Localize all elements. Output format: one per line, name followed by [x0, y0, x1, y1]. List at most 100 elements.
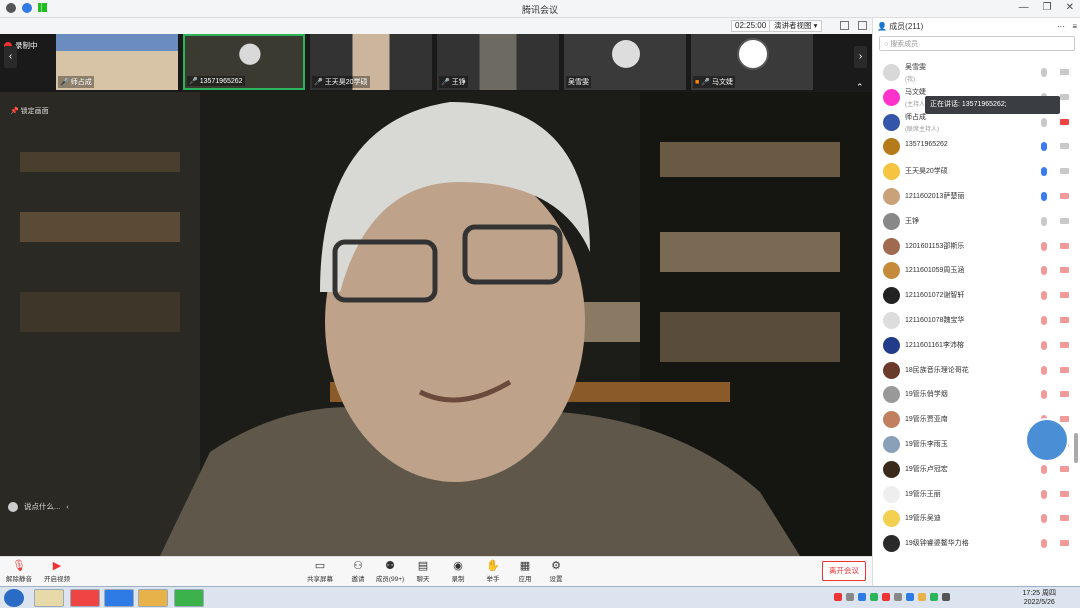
strip-next-button[interactable]: › [854, 46, 867, 68]
camera-icon[interactable] [1060, 69, 1069, 75]
tray-icon[interactable] [834, 593, 842, 601]
camera-icon[interactable] [1060, 366, 1069, 373]
camera-icon[interactable] [1060, 515, 1069, 522]
member-row[interactable]: 1211602013萨楚丽 [873, 184, 1080, 209]
tray-icon[interactable] [918, 593, 926, 601]
record-button[interactable]: ◉ 录制 [449, 560, 467, 583]
volume-icon[interactable] [942, 593, 950, 601]
video-tile[interactable]: 吴雪雯 [564, 34, 686, 90]
restore-icon[interactable]: ❐ [1043, 2, 1052, 13]
leave-meeting-button[interactable]: 离开会议 [822, 561, 866, 581]
member-row[interactable]: 19级钟睿婆鳌华力格 [873, 531, 1080, 556]
mic-icon[interactable] [1041, 216, 1047, 226]
system-clock[interactable]: 17:25 周四 2022/5/26 [1023, 589, 1056, 607]
member-row[interactable]: 19管乐俏学烟 [873, 382, 1080, 407]
wechat-app-icon[interactable] [174, 589, 204, 607]
video-tile-active[interactable]: 🎤 13571965262 [183, 34, 305, 90]
mic-icon[interactable] [1041, 464, 1047, 474]
camera-icon[interactable] [1060, 192, 1069, 199]
mic-icon[interactable] [1041, 489, 1047, 499]
member-list-scrollbar[interactable] [1074, 433, 1078, 463]
camera-icon[interactable] [1060, 540, 1069, 547]
camera-icon[interactable] [1060, 465, 1069, 472]
camera-icon[interactable] [1060, 143, 1069, 150]
camera-icon[interactable] [1060, 118, 1069, 125]
camera-icon[interactable] [1060, 292, 1069, 299]
unmute-button[interactable]: 🎙 解除静音 [4, 560, 34, 583]
settings-button[interactable]: ⚙ 设置 [547, 560, 565, 583]
mic-icon[interactable] [1041, 167, 1047, 177]
mic-icon[interactable] [1041, 241, 1047, 251]
member-row[interactable]: 1211601059周玉涵 [873, 258, 1080, 283]
camera-icon[interactable] [1060, 316, 1069, 323]
member-row[interactable]: 王天昊20学硕 [873, 159, 1080, 184]
view-mode-select[interactable]: 演讲者视图 ▾ [769, 20, 823, 32]
tray-icon[interactable] [894, 593, 902, 601]
member-row[interactable]: 19管乐吴迪 [873, 506, 1080, 531]
mic-icon[interactable] [1041, 315, 1047, 325]
mic-icon[interactable] [1041, 266, 1047, 276]
fullscreen-icon[interactable] [840, 21, 849, 30]
invite-button[interactable]: ⚇ 邀请 [348, 560, 368, 583]
start-button[interactable] [4, 589, 24, 607]
minimize-icon[interactable]: — [1019, 2, 1029, 13]
mic-icon[interactable] [1041, 191, 1047, 201]
mic-icon[interactable] [1041, 539, 1047, 549]
mic-icon[interactable] [1041, 390, 1047, 400]
camera-icon[interactable] [1060, 391, 1069, 398]
member-row[interactable]: 18民族音乐理论哥花 [873, 358, 1080, 383]
member-row[interactable]: 1211601161李沛榕 [873, 333, 1080, 358]
share-screen-button[interactable]: ▭ 共享屏幕 [306, 560, 334, 583]
tencent-meeting-app-icon[interactable] [104, 589, 134, 607]
video-tile[interactable]: ■ 🎤 马文婕 [691, 34, 813, 90]
camera-icon[interactable] [1060, 168, 1069, 175]
tray-icon[interactable] [870, 593, 878, 601]
mic-icon[interactable] [1041, 68, 1047, 77]
member-row[interactable]: 王铮 [873, 209, 1080, 234]
chevron-left-icon[interactable]: ‹ [66, 502, 69, 511]
start-video-button[interactable]: ▶ 开启视频 [44, 560, 70, 583]
member-row[interactable]: 1201601153邵斯乐 [873, 234, 1080, 259]
video-tile[interactable]: 🎤 王铮 [437, 34, 559, 90]
camera-icon[interactable] [1060, 416, 1069, 423]
camera-icon[interactable] [1060, 93, 1069, 100]
video-tile[interactable]: 🎤 王天昊20学硕 [310, 34, 432, 90]
mic-icon[interactable] [1041, 340, 1047, 350]
tray-icon[interactable] [882, 593, 890, 601]
camera-icon[interactable] [1060, 267, 1069, 274]
mic-icon[interactable] [1041, 117, 1047, 127]
wps-app-icon[interactable] [70, 589, 100, 607]
member-row[interactable]: 1211601078魏宝华 [873, 308, 1080, 333]
layout-icon[interactable] [858, 21, 867, 30]
mic-icon[interactable] [1041, 514, 1047, 524]
member-row[interactable]: 吴雪雯 (我) [873, 60, 1080, 85]
strip-prev-button[interactable]: ‹ [4, 46, 17, 68]
tray-icon[interactable] [906, 593, 914, 601]
member-row[interactable]: 1211601072谢智轩 [873, 283, 1080, 308]
folder-app-icon[interactable] [138, 589, 168, 607]
emoji-icon[interactable] [8, 501, 18, 512]
close-icon[interactable]: ✕ [1066, 2, 1074, 13]
chat-button[interactable]: ▤ 聊天 [414, 560, 432, 583]
member-row[interactable]: 13571965262 [873, 134, 1080, 159]
floating-assistant-button[interactable] [1025, 418, 1069, 462]
camera-icon[interactable] [1060, 217, 1069, 224]
tray-icon[interactable] [858, 593, 866, 601]
main-video[interactable]: 📌 锁定画面 说点什么... ‹ [0, 92, 872, 556]
more-icon[interactable]: ··· [1057, 22, 1065, 31]
camera-icon[interactable] [1060, 242, 1069, 249]
member-row[interactable]: 19管乐王丽 [873, 482, 1080, 507]
explorer-app-icon[interactable] [34, 589, 64, 607]
mic-icon[interactable] [1041, 142, 1047, 152]
mic-icon[interactable] [1041, 291, 1047, 301]
tray-icon[interactable] [930, 593, 938, 601]
video-tile[interactable]: 🎤 师占成 [56, 34, 178, 90]
camera-icon[interactable] [1060, 490, 1069, 497]
members-button[interactable]: ⚉ 成员(99+) [375, 560, 405, 583]
menu-icon[interactable]: ≡ [1072, 22, 1077, 31]
tray-icon[interactable] [846, 593, 854, 601]
apps-button[interactable]: ▦ 应用 [516, 560, 534, 583]
chat-input[interactable]: 说点什么... ‹ [8, 501, 69, 512]
mic-icon[interactable] [1041, 365, 1047, 375]
raise-hand-button[interactable]: ✋ 举手 [484, 560, 502, 583]
